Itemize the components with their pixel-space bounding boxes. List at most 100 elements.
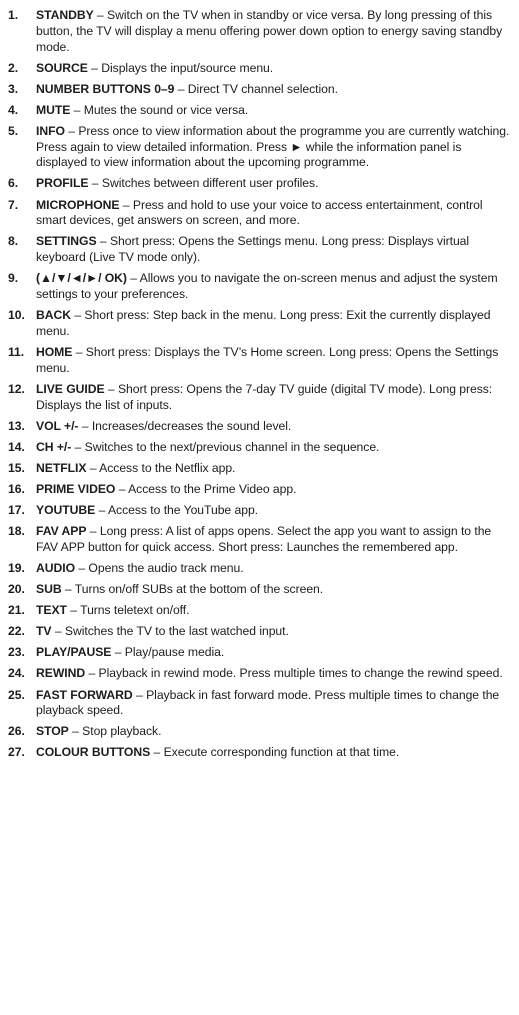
item-number: 18. xyxy=(8,524,25,539)
item-description: – Press once to view information about t… xyxy=(36,123,510,170)
item-number: 7. xyxy=(8,197,19,212)
item-description: – Execute corresponding function at that… xyxy=(150,745,400,760)
item-description: – Short press: Displays the TV’s Home sc… xyxy=(36,344,499,375)
list-item: 24. REWIND – Playback in rewind mode. Pre… xyxy=(8,666,511,682)
item-term: VOL +/- xyxy=(36,418,79,433)
item-term: REWIND xyxy=(36,666,86,681)
item-term: SOURCE xyxy=(36,60,88,75)
item-term: AUDIO xyxy=(36,560,76,575)
item-number: 4. xyxy=(8,102,19,117)
item-number: 11. xyxy=(8,344,25,359)
item-description: – Short press: Opens the Settings menu. … xyxy=(36,234,470,265)
item-description: – Direct TV channel selection. xyxy=(174,81,338,96)
list-item: 9. (▲/▼/◄/►/ OK) – Allows you to navigate… xyxy=(8,271,511,303)
item-term: MUTE xyxy=(36,102,71,117)
item-term: PRIME VIDEO xyxy=(36,481,116,496)
item-description: – Stop playback. xyxy=(68,724,162,739)
item-term: SETTINGS xyxy=(36,234,97,249)
item-number: 6. xyxy=(8,176,19,191)
list-item: 3. NUMBER BUTTONS 0–9 – Direct TV channel… xyxy=(8,82,511,98)
list-item: 26. STOP – Stop playback. xyxy=(8,724,511,740)
item-description: – Long press: A list of apps opens. Sele… xyxy=(36,524,492,554)
item-term: BACK xyxy=(36,308,72,323)
item-number: 20. xyxy=(8,582,25,597)
list-item: 8. SETTINGS – Short press: Opens the Sett… xyxy=(8,234,511,266)
item-term: TEXT xyxy=(36,603,67,618)
list-item: 16. PRIME VIDEO – Access to the Prime Vid… xyxy=(8,482,511,498)
item-description: – Opens the audio track menu. xyxy=(75,560,244,575)
item-description: – Access to the Netflix app. xyxy=(86,460,236,475)
item-number: 25. xyxy=(8,687,25,702)
list-item: 4. MUTE – Mutes the sound or vice versa. xyxy=(8,103,511,119)
item-description: – Short press: Step back in the menu. Lo… xyxy=(36,308,491,338)
item-term: HOME xyxy=(36,344,73,359)
item-term: PROFILE xyxy=(36,176,89,191)
item-number: 27. xyxy=(8,745,25,760)
item-number: 17. xyxy=(8,503,25,517)
item-number: 16. xyxy=(8,481,25,496)
item-term: PLAY/PAUSE xyxy=(36,645,112,660)
item-number: 9. xyxy=(8,271,19,286)
list-item: 18. FAV APP – Long press: A list of apps … xyxy=(8,524,511,556)
item-number: 26. xyxy=(8,724,25,739)
list-item: 7. MICROPHONE – Press and hold to use you… xyxy=(8,198,511,230)
list-item: 5. INFO – Press once to view information … xyxy=(8,124,511,171)
item-term: STOP xyxy=(36,724,69,739)
item-term: TV xyxy=(36,624,52,639)
item-description: – Switches to the next/previous channel … xyxy=(71,439,380,454)
item-description: – Turns teletext on/off. xyxy=(66,603,190,618)
item-description: – Mutes the sound or vice versa. xyxy=(70,102,249,117)
list-item: 15. NETFLIX – Access to the Netflix app. xyxy=(8,461,511,477)
item-description: – Increases/decreases the sound level. xyxy=(78,418,292,433)
list-item: 10. BACK – Short press: Step back in the … xyxy=(8,308,511,340)
list-item: 21. TEXT – Turns teletext on/off. xyxy=(8,603,511,619)
item-description: – Short press: Opens the 7-day TV guide … xyxy=(36,381,493,412)
item-term: LIVE GUIDE xyxy=(36,381,105,396)
list-item: 25. FAST FORWARD – Playback in fast forwa… xyxy=(8,688,511,720)
item-description: – Access to the Prime Video app. xyxy=(115,481,297,496)
item-number: 23. xyxy=(8,645,25,660)
list-item: 6. PROFILE – Switches between different u… xyxy=(8,176,511,192)
item-number: 5. xyxy=(8,123,19,138)
item-number: 3. xyxy=(8,81,19,96)
item-term: STANDBY xyxy=(36,8,94,22)
item-description: – Switches the TV to the last watched in… xyxy=(51,624,289,639)
item-description: – Playback in rewind mode. Press multipl… xyxy=(85,666,503,681)
item-number: 10. xyxy=(8,308,25,323)
item-term: NETFLIX xyxy=(36,460,87,475)
item-number: 12. xyxy=(8,381,25,396)
item-term: FAST FORWARD xyxy=(36,687,133,702)
item-term: (▲/▼/◄/►/ OK) xyxy=(36,271,127,286)
item-number: 22. xyxy=(8,624,25,639)
item-term: YOUTUBE xyxy=(36,503,96,517)
item-description: – Switches between different user profil… xyxy=(88,176,319,191)
list-item: 13. VOL +/- – Increases/decreases the sou… xyxy=(8,419,511,435)
list-item: 11. HOME – Short press: Displays the TV’s… xyxy=(8,345,511,377)
item-term: CH +/- xyxy=(36,439,72,454)
item-description: – Access to the YouTube app. xyxy=(95,503,259,517)
item-number: 21. xyxy=(8,603,25,618)
item-number: 13. xyxy=(8,418,25,433)
list-item: 2. SOURCE – Displays the input/source men… xyxy=(8,61,511,77)
item-description: – Turns on/off SUBs at the bottom of the… xyxy=(61,582,324,597)
item-description: – Play/pause media. xyxy=(111,645,225,660)
item-number: 15. xyxy=(8,460,25,475)
item-term: SUB xyxy=(36,582,62,597)
item-term: COLOUR BUTTONS xyxy=(36,745,151,760)
list-item: 23. PLAY/PAUSE – Play/pause media. xyxy=(8,645,511,661)
item-term: FAV APP xyxy=(36,524,87,539)
list-item: 12. LIVE GUIDE – Short press: Opens the 7… xyxy=(8,382,511,414)
item-term: INFO xyxy=(36,123,65,138)
list-item: 14. CH +/- – Switches to the next/previou… xyxy=(8,440,511,456)
item-term: NUMBER BUTTONS 0–9 xyxy=(36,81,175,96)
item-number: 1. xyxy=(8,8,19,22)
item-description: – Switch on the TV when in standby or vi… xyxy=(36,8,503,54)
item-number: 24. xyxy=(8,666,25,681)
list-item: 22. TV – Switches the TV to the last watc… xyxy=(8,624,511,640)
remote-control-button-list: 1. STANDBY – Switch on the TV when in sta… xyxy=(0,0,519,1015)
item-number: 14. xyxy=(8,439,25,454)
item-number: 19. xyxy=(8,560,25,575)
item-number: 8. xyxy=(8,234,19,249)
list-item: 17. YOUTUBE – Access to the YouTube app. xyxy=(8,503,511,519)
list-item: 20. SUB – Turns on/off SUBs at the bottom… xyxy=(8,582,511,598)
